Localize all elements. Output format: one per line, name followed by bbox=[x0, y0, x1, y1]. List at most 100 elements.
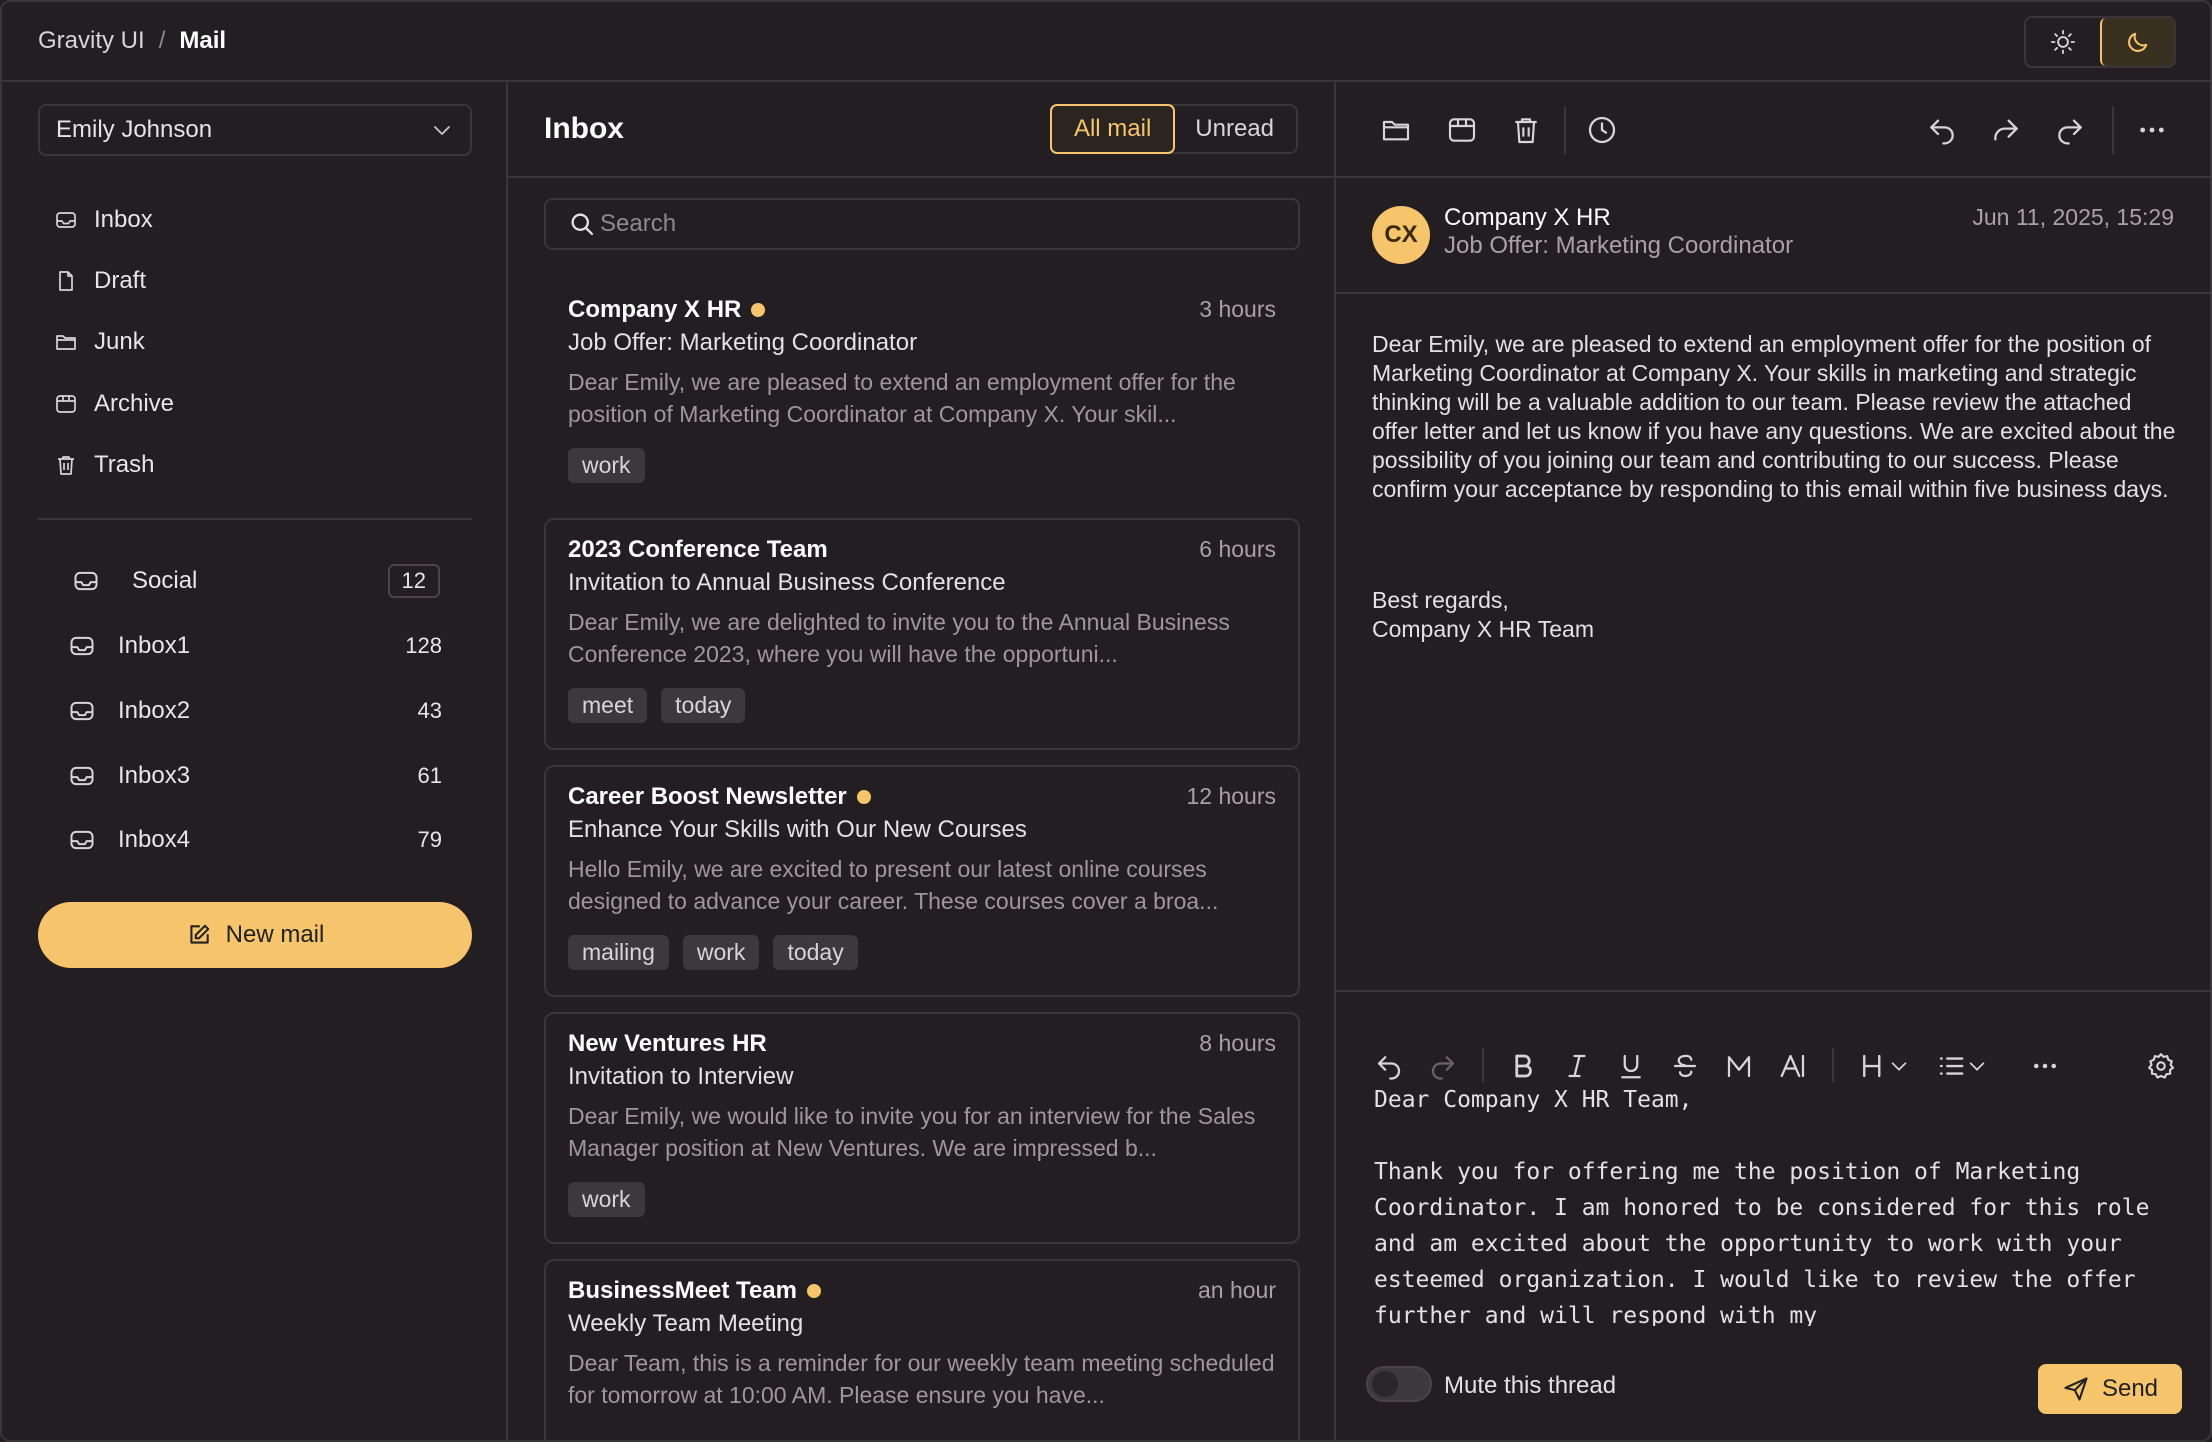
sender-name: 2023 Conference Team bbox=[568, 536, 828, 563]
snooze-button[interactable] bbox=[1586, 114, 1618, 146]
mute-thread-toggle[interactable] bbox=[1366, 1366, 1432, 1402]
archive-icon bbox=[1448, 118, 1476, 142]
reply-button[interactable] bbox=[1926, 114, 1958, 146]
sidebar-item-junk[interactable]: Junk bbox=[38, 316, 472, 368]
breadcrumb-root[interactable]: Gravity UI bbox=[38, 27, 145, 55]
folder-item-inbox2[interactable]: Inbox2 43 bbox=[38, 685, 472, 737]
send-label: Send bbox=[2101, 1375, 2159, 1402]
mail-preview: Dear Team, this is a reminder for our we… bbox=[568, 1350, 1275, 1408]
dark-theme-button[interactable] bbox=[2100, 18, 2174, 66]
light-theme-button[interactable] bbox=[2026, 18, 2100, 66]
reply-editor[interactable]: Dear Company X HR Team, Thank you for of… bbox=[1374, 1082, 2184, 1326]
text-color-button[interactable] bbox=[1778, 1050, 1808, 1082]
forward-button[interactable] bbox=[1990, 114, 2022, 146]
undo-icon bbox=[1377, 1056, 1401, 1080]
chevron-down-icon bbox=[1891, 1062, 1907, 1071]
more-format-button[interactable] bbox=[2030, 1050, 2060, 1082]
new-mail-label: New mail bbox=[225, 921, 325, 948]
trash-icon bbox=[58, 456, 74, 475]
list-dropdown[interactable] bbox=[1936, 1050, 1988, 1082]
compose-divider bbox=[1336, 990, 2210, 992]
breadcrumb-separator: / bbox=[158, 27, 166, 54]
mail-list-item[interactable]: Career Boost Newsletter 12 hours Enhance… bbox=[544, 765, 1300, 997]
filter-unread[interactable]: Unread bbox=[1173, 106, 1296, 152]
inbox-icon bbox=[74, 571, 98, 591]
tag-chip[interactable]: work bbox=[568, 448, 645, 483]
folder-count: 79 bbox=[417, 827, 442, 852]
heading-icon bbox=[1863, 1054, 1881, 1078]
folder-item-inbox3[interactable]: Inbox3 61 bbox=[38, 750, 472, 802]
redo-format-button[interactable] bbox=[1428, 1050, 1458, 1082]
folder-label: Social bbox=[132, 567, 198, 594]
folder-count-badge: 12 bbox=[387, 564, 440, 598]
search-input[interactable]: Search bbox=[544, 198, 1300, 250]
toggle-knob bbox=[1372, 1371, 1398, 1397]
new-mail-button[interactable]: New mail bbox=[38, 902, 472, 968]
more-actions-button[interactable] bbox=[2136, 114, 2168, 146]
tag-chip[interactable]: mailing bbox=[568, 935, 669, 970]
account-select[interactable]: Emily Johnson bbox=[38, 104, 472, 156]
sidebar-item-archive[interactable]: Archive bbox=[38, 378, 472, 430]
toolbar-divider bbox=[2112, 106, 2114, 154]
underline-button[interactable] bbox=[1616, 1050, 1646, 1082]
heading-dropdown[interactable] bbox=[1858, 1050, 1910, 1082]
tag-chip[interactable]: today bbox=[661, 688, 746, 723]
sidebar-item-label: Draft bbox=[94, 267, 147, 294]
inbox-icon bbox=[70, 701, 94, 721]
mail-list-item[interactable]: BusinessMeet Team an hour Weekly Team Me… bbox=[544, 1259, 1300, 1440]
search-icon bbox=[571, 213, 594, 236]
message-header: CX Company X HR Job Offer: Marketing Coo… bbox=[1336, 178, 2210, 294]
sidebar-item-trash[interactable]: Trash bbox=[38, 439, 472, 491]
redo-button[interactable] bbox=[2054, 114, 2086, 146]
sun-icon bbox=[2050, 29, 2076, 55]
inbox-icon bbox=[70, 830, 94, 850]
compose-icon bbox=[190, 924, 209, 944]
archive-button[interactable] bbox=[1446, 114, 1478, 146]
folder-count: 61 bbox=[417, 763, 442, 788]
signature-line: Best regards, bbox=[1372, 587, 1509, 613]
list-title: Inbox bbox=[544, 112, 624, 145]
tag-chip[interactable]: work bbox=[682, 935, 760, 970]
sidebar-item-draft[interactable]: Draft bbox=[38, 255, 472, 307]
clock-icon bbox=[1588, 116, 1616, 144]
italic-button[interactable] bbox=[1562, 1050, 1592, 1082]
folder-item-social[interactable]: Social 12 bbox=[38, 555, 472, 607]
moon-icon bbox=[2128, 32, 2148, 52]
mail-list-item[interactable]: Company X HR 3 hours Job Offer: Marketin… bbox=[544, 278, 1300, 498]
tag-chip[interactable]: work bbox=[568, 1182, 645, 1217]
mail-list-item[interactable]: New Ventures HR 8 hours Invitation to In… bbox=[544, 1012, 1300, 1244]
app-window: Gravity UI / Mail Emily Johnson Inbox Dr… bbox=[0, 0, 2212, 1442]
italic-icon bbox=[1568, 1054, 1586, 1078]
send-button[interactable]: Send bbox=[2038, 1364, 2182, 1414]
search-placeholder: Search bbox=[600, 210, 677, 237]
sender-name: New Ventures HR bbox=[568, 1030, 767, 1057]
mail-subject: Enhance Your Skills with Our New Courses bbox=[568, 816, 1027, 843]
mail-sender: New Ventures HR bbox=[568, 1030, 767, 1058]
move-to-folder-button[interactable] bbox=[1380, 114, 1412, 146]
bold-icon bbox=[1515, 1054, 1532, 1078]
sidebar-divider bbox=[38, 518, 472, 520]
text-color-icon bbox=[1780, 1054, 1805, 1078]
bold-button[interactable] bbox=[1508, 1050, 1538, 1082]
account-name: Emily Johnson bbox=[56, 116, 213, 143]
mail-subject: Weekly Team Meeting bbox=[568, 1310, 804, 1337]
sender-name: BusinessMeet Team bbox=[568, 1277, 797, 1304]
folder-count: 43 bbox=[417, 698, 442, 723]
folder-item-inbox1[interactable]: Inbox1 128 bbox=[38, 620, 472, 672]
delete-button[interactable] bbox=[1510, 114, 1542, 146]
strikethrough-button[interactable] bbox=[1670, 1050, 1700, 1082]
editor-settings-button[interactable] bbox=[2146, 1050, 2176, 1082]
tag-chip[interactable]: today bbox=[773, 935, 858, 970]
filter-all-mail[interactable]: All mail bbox=[1049, 104, 1176, 154]
mail-sender: Company X HR bbox=[568, 296, 766, 324]
unread-dot bbox=[751, 303, 766, 317]
monospace-button[interactable] bbox=[1724, 1050, 1754, 1082]
mute-thread-label: Mute this thread bbox=[1444, 1372, 1617, 1399]
undo-button[interactable] bbox=[1374, 1050, 1404, 1082]
share-icon bbox=[1994, 119, 2018, 141]
redo-icon bbox=[2058, 119, 2082, 145]
tag-chip[interactable]: meet bbox=[568, 688, 648, 723]
mail-list-item[interactable]: 2023 Conference Team 6 hours Invitation … bbox=[544, 518, 1300, 750]
sidebar-item-inbox[interactable]: Inbox bbox=[38, 194, 472, 246]
folder-item-inbox4[interactable]: Inbox4 79 bbox=[38, 814, 472, 866]
